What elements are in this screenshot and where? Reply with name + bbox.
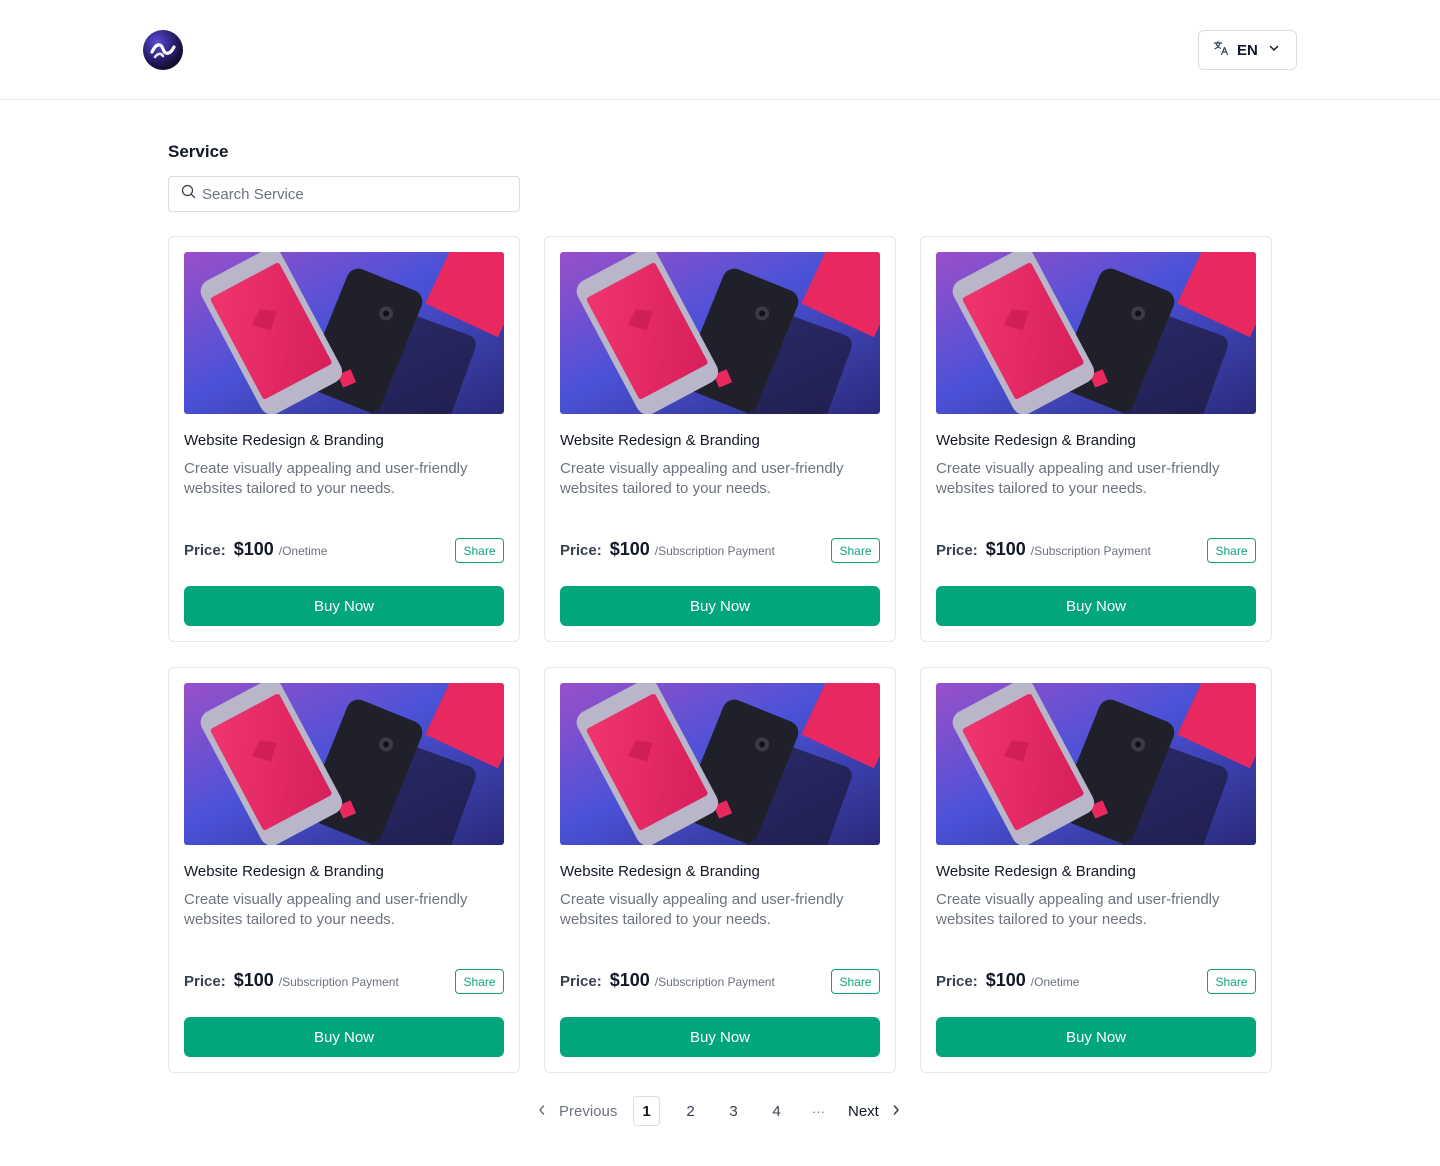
service-title: Website Redesign & Branding [560, 432, 760, 449]
service-card: Website Redesign & Branding Create visua… [920, 667, 1272, 1073]
price-period: /Subscription Payment [1030, 544, 1151, 558]
price-value: $100 [985, 539, 1026, 559]
service-description: Create visually appealing and user-frien… [936, 460, 1220, 497]
service-image [560, 252, 880, 414]
wave-logo-icon[interactable] [143, 30, 183, 70]
service-title: Website Redesign & Branding [936, 432, 1136, 449]
page-button-3[interactable]: 3 [720, 1096, 747, 1126]
chevron-left-icon [537, 1103, 547, 1120]
buy-now-button[interactable]: Buy Now [560, 1017, 880, 1057]
price-value: $100 [233, 970, 274, 990]
service-description: Create visually appealing and user-frien… [184, 891, 468, 928]
service-image [936, 683, 1256, 845]
search-box[interactable] [168, 176, 520, 212]
share-button[interactable]: Share [831, 538, 880, 563]
page-button-4[interactable]: 4 [763, 1096, 790, 1126]
price-label: Price: [560, 542, 602, 559]
service-card: Website Redesign & Branding Create visua… [168, 667, 520, 1073]
pagination-ellipsis: ··· [812, 1103, 825, 1119]
service-card: Website Redesign & Branding Create visua… [168, 236, 520, 642]
service-image [184, 252, 504, 414]
price-label: Price: [184, 542, 226, 559]
buy-now-button[interactable]: Buy Now [184, 586, 504, 626]
share-button[interactable]: Share [1207, 969, 1256, 994]
pagination: Previous 1 2 3 4 ··· Next [0, 1096, 1440, 1126]
page-button-1[interactable]: 1 [633, 1096, 660, 1126]
service-card: Website Redesign & Branding Create visua… [920, 236, 1272, 642]
service-title: Website Redesign & Branding [560, 863, 760, 880]
service-title: Website Redesign & Branding [936, 863, 1136, 880]
price-period: /Onetime [1030, 975, 1080, 989]
language-selector[interactable]: EN [1198, 30, 1297, 70]
service-description: Create visually appealing and user-frien… [184, 460, 468, 497]
price-period: /Subscription Payment [654, 975, 775, 989]
previous-label: Previous [559, 1102, 618, 1120]
service-title: Website Redesign & Branding [184, 863, 384, 880]
service-image [936, 252, 1256, 414]
service-description: Create visually appealing and user-frien… [560, 460, 844, 497]
service-image [560, 683, 880, 845]
buy-now-button[interactable]: Buy Now [936, 586, 1256, 626]
buy-now-button[interactable]: Buy Now [560, 586, 880, 626]
page-title: Service [168, 142, 229, 161]
chevron-down-icon [1268, 41, 1280, 59]
buy-now-button[interactable]: Buy Now [936, 1017, 1256, 1057]
service-card: Website Redesign & Branding Create visua… [544, 236, 896, 642]
share-button[interactable]: Share [831, 969, 880, 994]
price-value: $100 [609, 539, 650, 559]
search-input[interactable] [202, 185, 502, 203]
share-button[interactable]: Share [455, 538, 504, 563]
price-period: /Subscription Payment [654, 544, 775, 558]
service-image [184, 683, 504, 845]
price-value: $100 [609, 970, 650, 990]
price-period: /Onetime [278, 544, 328, 558]
price-label: Price: [560, 973, 602, 990]
share-button[interactable]: Share [455, 969, 504, 994]
price-label: Price: [184, 973, 226, 990]
next-label: Next [848, 1102, 879, 1120]
share-button[interactable]: Share [1207, 538, 1256, 563]
service-card: Website Redesign & Branding Create visua… [544, 667, 896, 1073]
search-icon [181, 184, 196, 204]
language-label: EN [1237, 41, 1258, 59]
page-button-2[interactable]: 2 [677, 1096, 704, 1126]
price-value: $100 [233, 539, 274, 559]
price-value: $100 [985, 970, 1026, 990]
price-label: Price: [936, 542, 978, 559]
previous-page-button[interactable]: Previous [537, 1096, 617, 1126]
next-page-button[interactable]: Next [848, 1096, 901, 1126]
price-label: Price: [936, 973, 978, 990]
service-title: Website Redesign & Branding [184, 432, 384, 449]
service-description: Create visually appealing and user-frien… [936, 891, 1220, 928]
buy-now-button[interactable]: Buy Now [184, 1017, 504, 1057]
chevron-right-icon [891, 1103, 901, 1120]
service-description: Create visually appealing and user-frien… [560, 891, 844, 928]
top-header: EN [0, 0, 1440, 100]
price-period: /Subscription Payment [278, 975, 399, 989]
translate-icon [1213, 40, 1229, 61]
